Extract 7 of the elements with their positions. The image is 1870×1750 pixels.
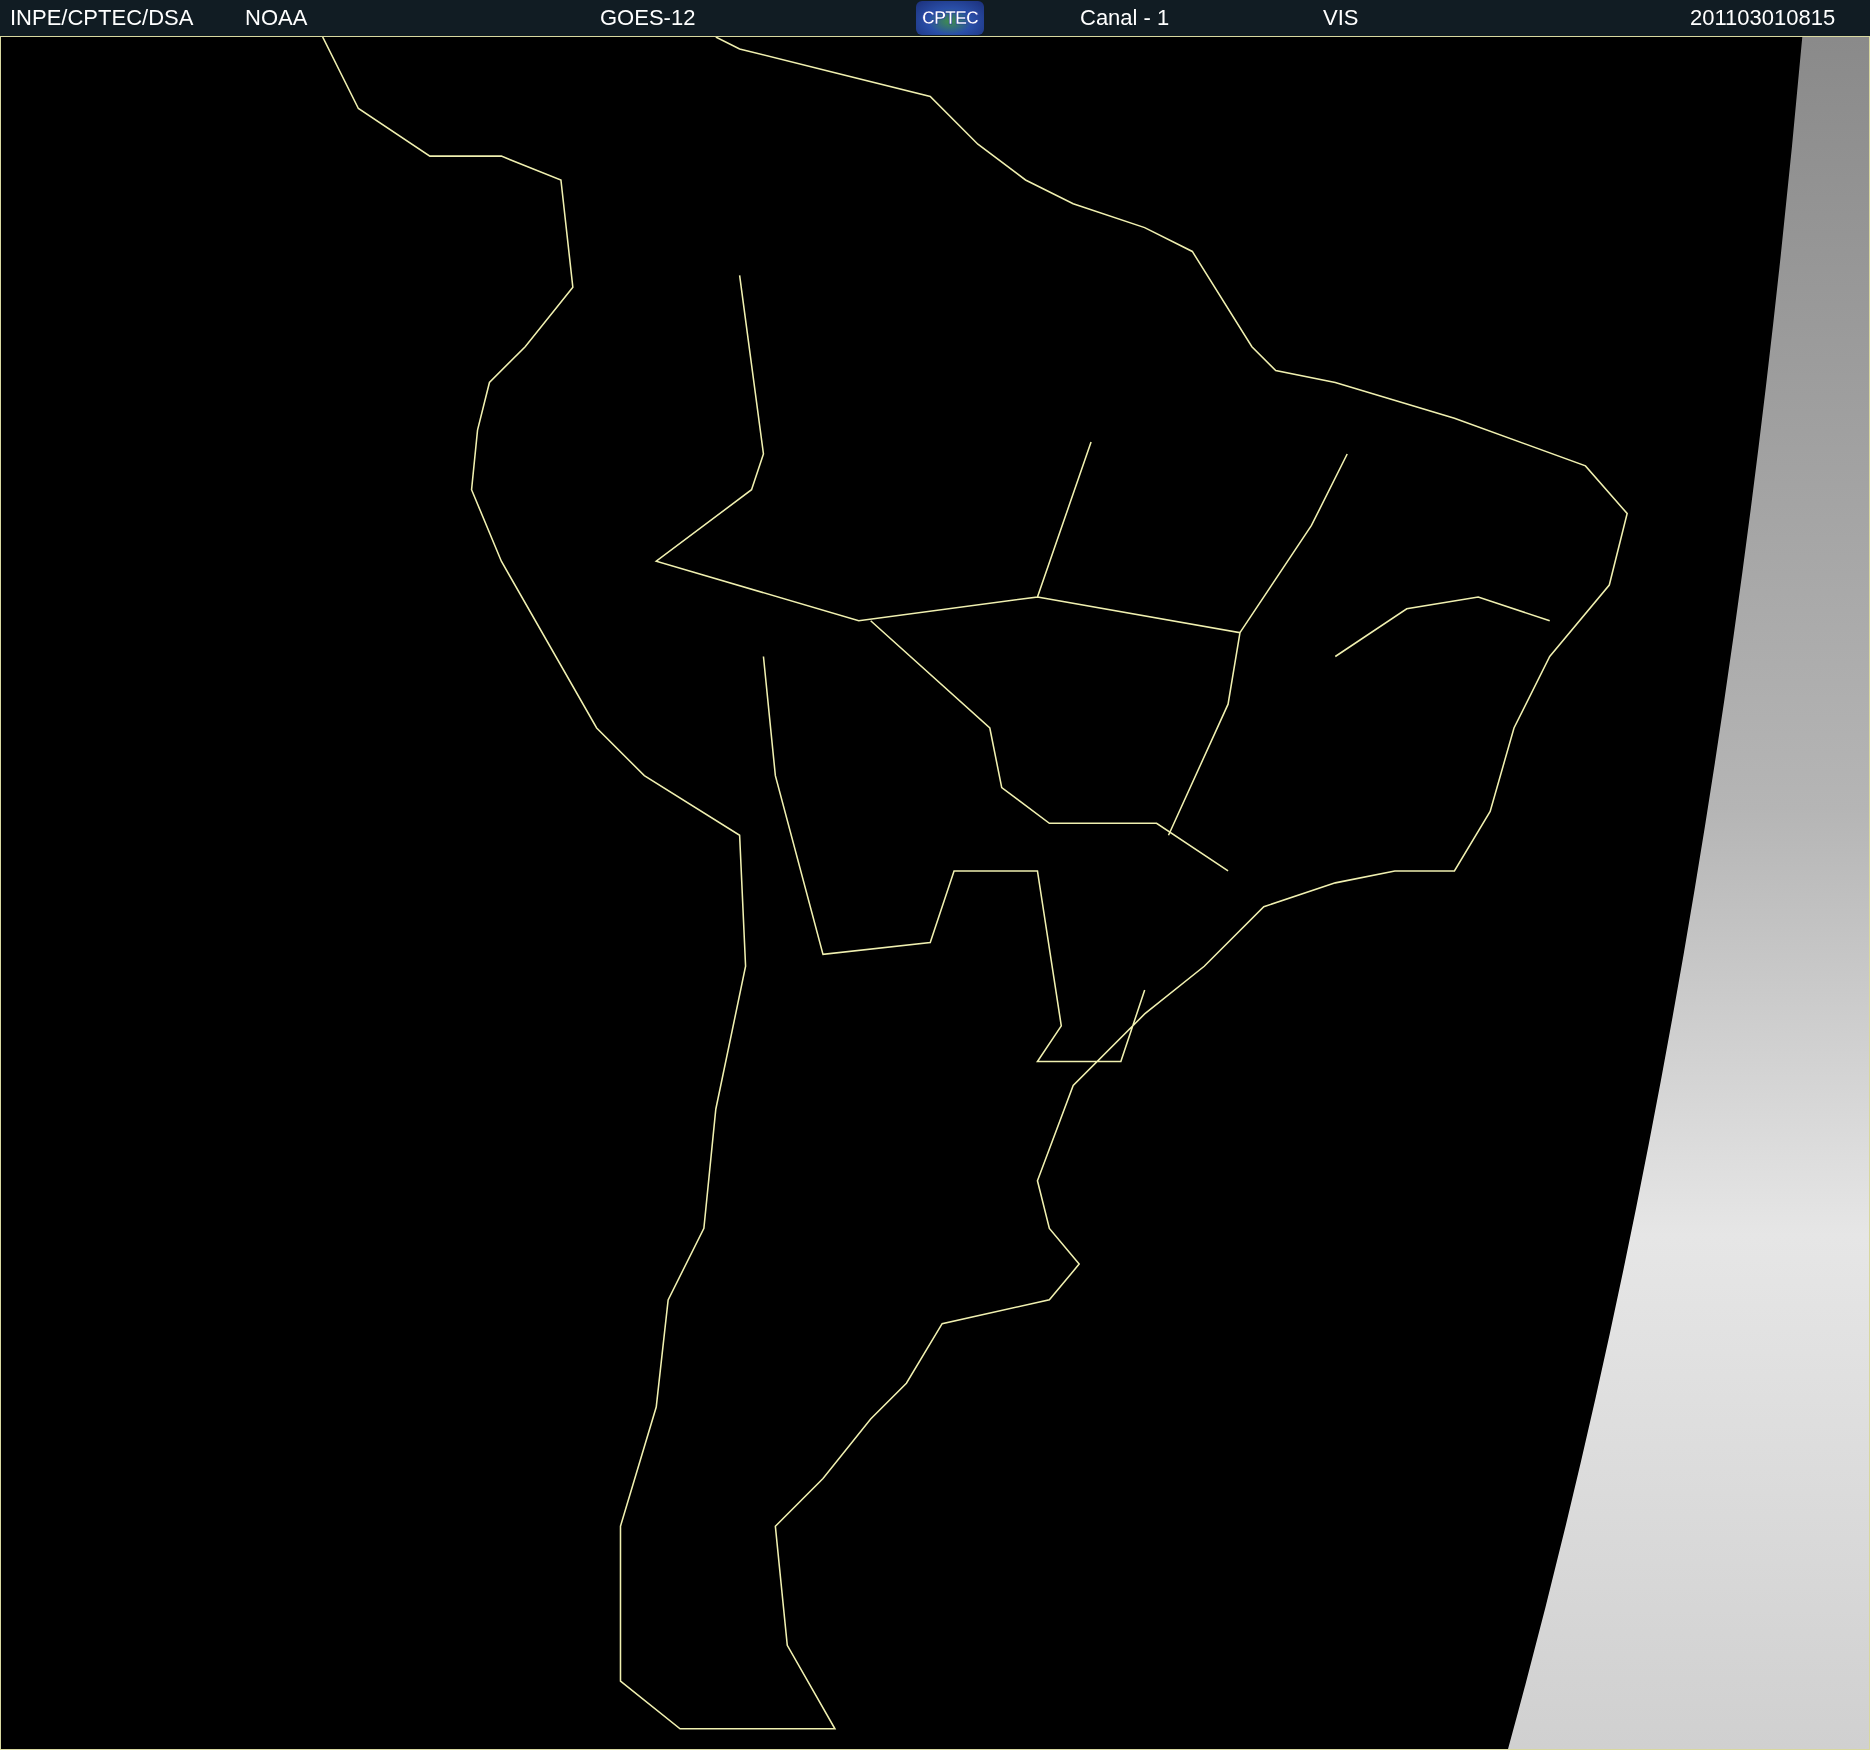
header-label: Canal - 1	[1080, 5, 1170, 31]
header-label: 201103010815	[1690, 5, 1836, 31]
header-label: VIS	[1323, 5, 1359, 31]
header-label: INPE/CPTEC/DSA	[10, 5, 194, 31]
logo: CPTEC	[916, 1, 984, 35]
header-label: GOES-12	[600, 5, 696, 31]
header-label: NOAA	[245, 5, 308, 31]
